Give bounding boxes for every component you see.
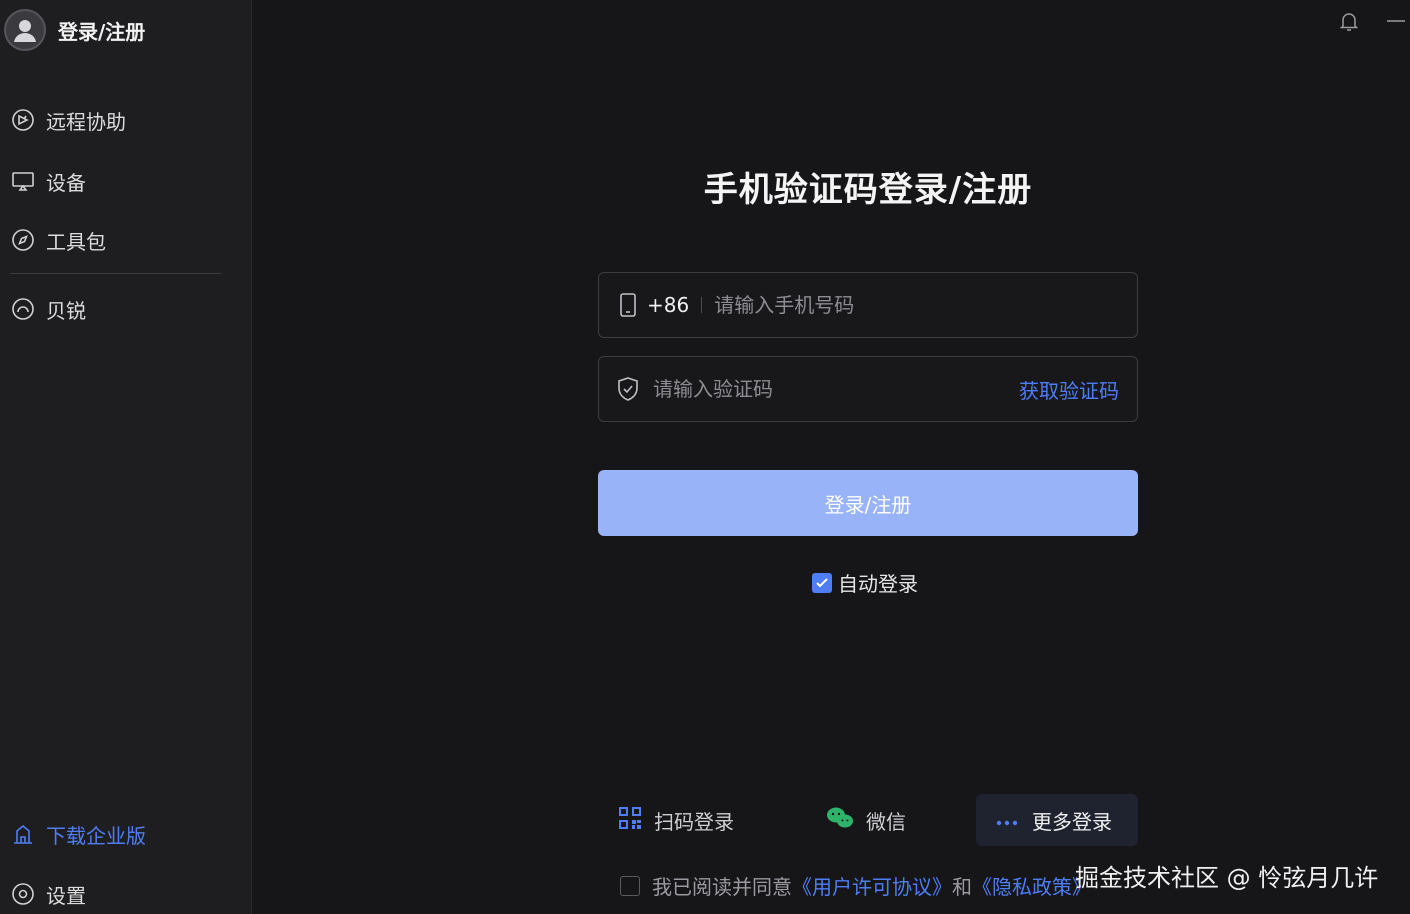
qr-code-icon xyxy=(618,806,642,834)
verification-code-input[interactable] xyxy=(653,377,1019,401)
wechat-label: 微信 xyxy=(866,809,906,834)
field-separator xyxy=(701,297,703,313)
agreement-row: 我已阅读并同意 《用户许可协议》 和 《隐私政策》 xyxy=(620,871,1092,900)
verification-code-field: 获取验证码 xyxy=(598,356,1138,422)
auto-login-checkbox[interactable]: 自动登录 xyxy=(812,568,918,597)
download-enterprise-label: 下载企业版 xyxy=(46,823,146,848)
sidebar-item-label: 贝锐 xyxy=(46,298,86,323)
watermark-text: 掘金技术社区 @ 怜弦月几许 xyxy=(1075,864,1379,892)
minimize-icon[interactable] xyxy=(1384,9,1408,33)
wechat-login-option[interactable]: 微信 xyxy=(826,794,906,846)
license-agreement-link[interactable]: 《用户许可协议》 xyxy=(792,871,952,900)
download-enterprise-link[interactable]: 下载企业版 xyxy=(10,814,146,854)
user-login-entry[interactable]: 登录/注册 xyxy=(4,6,145,54)
get-code-button[interactable]: 获取验证码 xyxy=(1019,375,1119,404)
sidebar-divider xyxy=(10,273,221,274)
checkbox-checked-icon xyxy=(812,572,832,593)
wechat-icon xyxy=(826,806,854,834)
sidebar-item-label: 工具包 xyxy=(46,229,106,254)
page-title: 手机验证码登录/注册 xyxy=(703,170,1033,210)
agreement-checkbox[interactable] xyxy=(620,875,640,896)
sidebar-item-devices[interactable]: 设备 xyxy=(10,161,86,201)
gear-icon xyxy=(10,881,36,907)
agreement-and: 和 xyxy=(952,875,972,899)
country-code[interactable]: +86 xyxy=(647,293,689,317)
sidebar-item-label: 远程协助 xyxy=(46,109,126,134)
oray-icon xyxy=(10,296,36,322)
phone-icon xyxy=(617,293,639,317)
bell-icon[interactable] xyxy=(1337,9,1361,33)
user-login-label: 登录/注册 xyxy=(58,19,146,44)
avatar-icon xyxy=(4,9,46,51)
sidebar-item-remote-assist[interactable]: 远程协助 xyxy=(10,100,126,140)
more-login-label: 更多登录 xyxy=(1032,809,1112,834)
sidebar-item-label: 设置 xyxy=(46,883,86,908)
privacy-policy-link[interactable]: 《隐私政策》 xyxy=(972,871,1092,900)
auto-login-label: 自动登录 xyxy=(838,572,918,596)
compass-icon xyxy=(10,227,36,253)
more-dots-icon xyxy=(996,811,1018,830)
sidebar: 登录/注册 远程协助 设备 工具包 贝锐 下载企业版 设置 xyxy=(0,0,252,914)
sidebar-item-settings[interactable]: 设置 xyxy=(10,874,86,914)
login-register-button[interactable]: 登录/注册 xyxy=(598,470,1138,536)
phone-field: +86 xyxy=(598,272,1138,338)
phone-input[interactable] xyxy=(714,293,1119,317)
sidebar-item-oray[interactable]: 贝锐 xyxy=(10,289,86,329)
more-login-option[interactable]: 更多登录 xyxy=(976,794,1138,846)
monitor-icon xyxy=(10,168,36,194)
qr-login-option[interactable]: 扫码登录 xyxy=(618,794,734,846)
qr-login-label: 扫码登录 xyxy=(654,809,734,834)
building-icon xyxy=(10,821,36,847)
remote-assist-icon xyxy=(10,107,36,133)
sidebar-item-toolkit[interactable]: 工具包 xyxy=(10,220,106,260)
sidebar-item-label: 设备 xyxy=(46,170,86,195)
shield-icon xyxy=(617,377,639,401)
agreement-prefix: 我已阅读并同意 xyxy=(652,875,792,899)
